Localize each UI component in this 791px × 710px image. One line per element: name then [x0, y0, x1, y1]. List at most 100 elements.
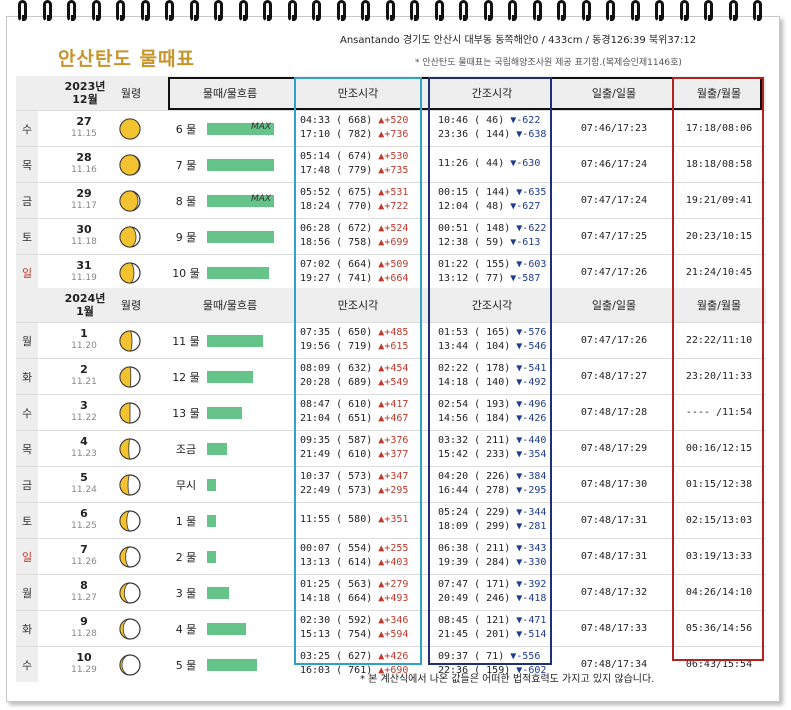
low-tide-cell: 03:32 ( 211) ▼-440 15:42 ( 233) ▼-354	[438, 434, 546, 462]
tide-time: 14:18 ( 664)	[300, 593, 379, 604]
header-moon: 월령	[120, 87, 142, 100]
tide-strength-bar	[207, 267, 269, 279]
low-tide-cell: 07:47 ( 171) ▼-392 20:49 ( 246) ▼-418	[438, 578, 546, 606]
high-tide-cell-entry: 03:25 ( 627) ▲+426	[300, 650, 408, 664]
lunar-date: 11.16	[71, 165, 97, 175]
tide-time: 06:28 ( 672)	[300, 223, 379, 234]
moon-phase-icon	[119, 474, 141, 496]
tide-time: 02:54 ( 193)	[438, 399, 517, 410]
tide-time: 22:49 ( 573)	[300, 485, 379, 496]
tide-phase: 11 물	[172, 334, 200, 348]
tide-change: ▼-627	[510, 201, 541, 212]
weekday: 화	[16, 359, 38, 394]
moon-phase-icon	[119, 366, 141, 388]
tide-time: 12:04 ( 48)	[438, 201, 511, 212]
tide-change: ▼-546	[516, 341, 547, 352]
header-high: 만조시각	[337, 87, 379, 100]
sunrise-sunset: 07:48/17:31	[580, 551, 648, 562]
moon-phase-icon	[119, 190, 141, 212]
low-tide-cell: 01:22 ( 155) ▼-603 13:12 ( 77) ▼-587	[438, 258, 546, 286]
tide-time: 18:24 ( 770)	[300, 201, 379, 212]
moonrise-moonset: 02:15/13:03	[685, 515, 753, 526]
tide-phase: 10 물	[172, 266, 200, 280]
column-header-row: 2024년 1월 월령 물때/물흐름 만조시각 간조시각 일출/일몰 월출/월몰	[16, 288, 766, 322]
binder-ring	[630, 0, 640, 22]
lunar-date: 11.18	[71, 237, 97, 247]
tide-change: ▲+417	[378, 399, 409, 410]
tide-time: 13:12 ( 77)	[438, 273, 511, 284]
binder-ring	[655, 0, 664, 22]
sunrise-sunset: 07:48/17:31	[580, 515, 648, 526]
tide-change: ▼-630	[510, 158, 541, 169]
moonrise-moonset: 01:15/12:38	[685, 479, 753, 490]
tide-time: 19:39 ( 284)	[438, 557, 517, 568]
moon-phase-icon	[119, 154, 141, 176]
high-tide-cell-entry: 18:24 ( 770) ▲+722	[300, 200, 408, 214]
tide-change: ▼-622	[516, 223, 547, 234]
header-mul: 물때/물흐름	[202, 87, 258, 100]
page-title: 안산탄도 물때표	[58, 48, 195, 70]
high-tide-cell-entry: 07:02 ( 664) ▲+509	[300, 258, 408, 272]
month-label: 1월	[76, 305, 94, 318]
header-moonrs: 월출/월몰	[696, 87, 742, 100]
weekday: 수	[16, 395, 38, 430]
moon-phase-icon	[119, 226, 141, 248]
tide-phase: 4 물	[175, 622, 197, 636]
lunar-date: 11.15	[71, 129, 97, 139]
table-row: 월 8 11.27 3 물 01:25 ( 563) ▲+279 14:18 ( 664)…	[16, 574, 766, 610]
moon-phase-icon	[119, 546, 141, 568]
low-tide-cell: 00:15 ( 144) ▼-635 12:04 ( 48) ▼-627	[438, 186, 546, 214]
sunrise-sunset: 07:48/17:32	[580, 587, 648, 598]
high-tide-cell-entry: 18:56 ( 758) ▲+699	[300, 236, 408, 250]
binder-ring	[263, 0, 272, 22]
table-row: 목 4 11.23 조금 09:35 ( 587) ▲+376 21:49 ( 610) …	[16, 430, 766, 466]
sunrise-sunset: 07:48/17:29	[580, 443, 648, 454]
lunar-date: 11.25	[71, 521, 97, 531]
lunar-date: 11.19	[71, 273, 97, 283]
tide-change: ▲+493	[378, 593, 409, 604]
sunrise-sunset: 07:48/17:33	[580, 623, 648, 634]
tide-change: ▲+524	[378, 223, 409, 234]
tide-time: 18:09 ( 299)	[438, 521, 517, 532]
binder-ring	[410, 0, 419, 22]
header-mul: 물때/물흐름	[202, 299, 258, 312]
low-tide-cell-entry: 14:18 ( 140) ▼-492	[438, 376, 546, 390]
binder-ring	[483, 0, 493, 22]
tide-time: 21:49 ( 610)	[300, 449, 379, 460]
tide-phase: 무시	[175, 478, 197, 492]
high-tide-cell: 10:37 ( 573) ▲+347 22:49 ( 573) ▲+295	[300, 470, 408, 498]
moonrise-moonset: 05:36/14:56	[685, 623, 753, 634]
low-tide-cell-entry: 09:37 ( 71) ▼-556	[438, 650, 546, 664]
tide-time: 08:09 ( 632)	[300, 363, 379, 374]
high-tide-cell: 08:47 ( 610) ▲+417 21:04 ( 651) ▲+467	[300, 398, 408, 426]
lunar-date: 11.21	[71, 377, 97, 387]
moonrise-moonset: 21:24/10:45	[685, 267, 753, 278]
tide-change: ▲+615	[378, 341, 409, 352]
high-tide-cell: 05:52 ( 675) ▲+531 18:24 ( 770) ▲+722	[300, 186, 408, 214]
low-tide-cell-entry: 21:45 ( 201) ▼-514	[438, 628, 546, 642]
high-tide-cell-entry: 09:35 ( 587) ▲+376	[300, 434, 408, 448]
binder-ring	[42, 0, 52, 22]
tide-change: ▼-613	[510, 237, 541, 248]
tide-change: ▲+376	[378, 435, 409, 446]
tide-change: ▲+549	[378, 377, 409, 388]
tide-change: ▼-344	[516, 507, 547, 518]
sunrise-sunset: 07:46/17:23	[580, 123, 648, 134]
day-number: 31	[76, 259, 92, 272]
high-tide-cell-entry: 19:56 ( 719) ▲+615	[300, 340, 408, 354]
binder-ring	[67, 0, 76, 22]
tide-strength-bar	[207, 551, 216, 563]
tide-time: 05:52 ( 675)	[300, 187, 379, 198]
tide-change: ▲+664	[378, 273, 409, 284]
moon-phase-icon	[119, 262, 141, 284]
low-tide-cell-entry: 02:22 ( 178) ▼-541	[438, 362, 546, 376]
low-tide-cell-entry: 03:32 ( 211) ▼-440	[438, 434, 546, 448]
tide-strength-bar	[207, 335, 263, 347]
header-high: 만조시각	[337, 299, 379, 312]
tide-change: ▲+255	[378, 543, 409, 554]
tide-strength-bar	[207, 231, 274, 243]
high-tide-cell: 01:25 ( 563) ▲+279 14:18 ( 664) ▲+493	[300, 578, 408, 606]
tide-change: ▼-471	[516, 615, 547, 626]
lunar-date: 11.20	[71, 341, 97, 351]
high-tide-cell: 00:07 ( 554) ▲+255 13:13 ( 614) ▲+403	[300, 542, 408, 570]
